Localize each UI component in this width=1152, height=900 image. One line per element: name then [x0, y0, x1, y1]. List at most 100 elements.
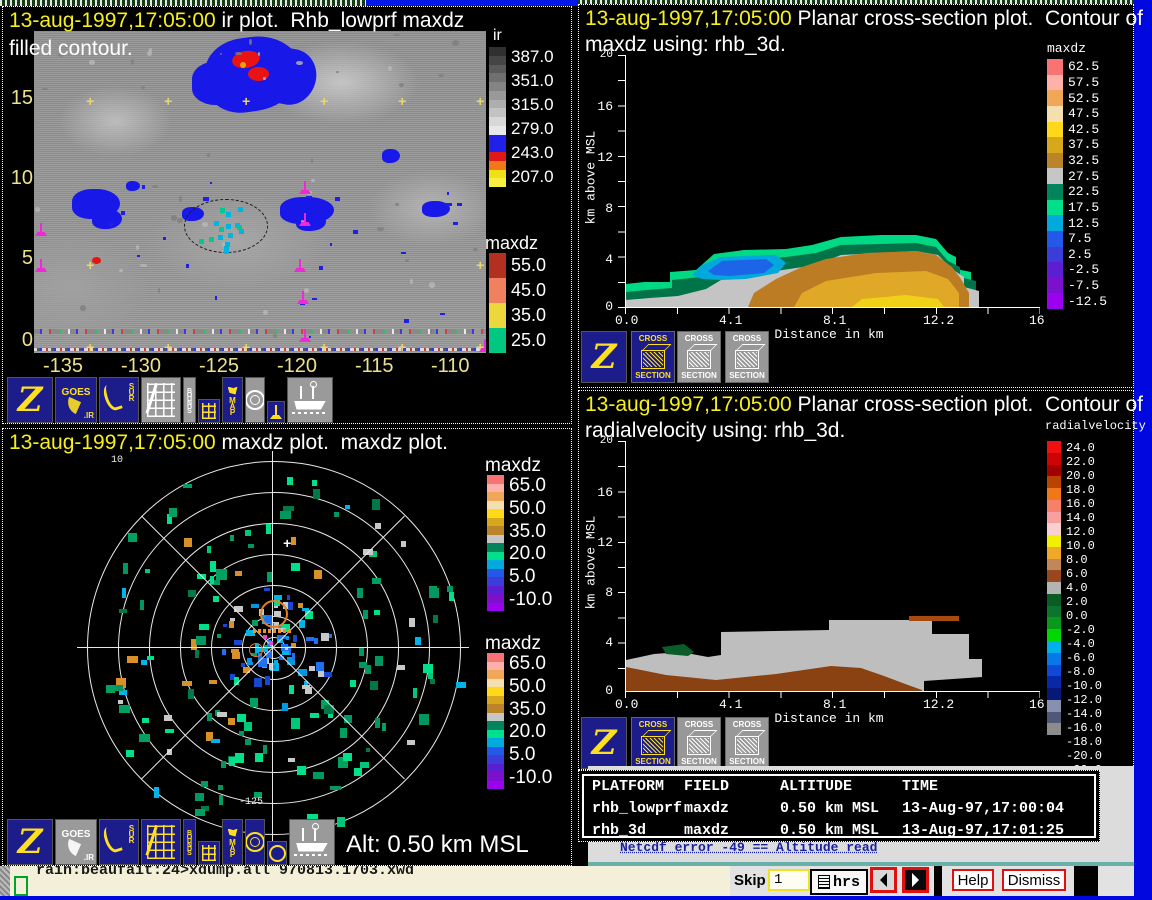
dismiss-button[interactable]: Dismiss — [1002, 869, 1066, 891]
help-button[interactable]: Help — [952, 869, 994, 891]
cross-section-button-3[interactable]: CROSSSECTION — [725, 331, 769, 383]
bounds-button[interactable]: BOUNDS — [183, 819, 196, 865]
maxdz-cross-section-plot[interactable] — [626, 55, 1040, 308]
goes-ir-button[interactable]: GOES .IR — [55, 819, 97, 865]
tr-xtick: 0.0 — [615, 313, 638, 328]
texture-pixel — [184, 538, 193, 547]
goes-ir-button[interactable]: GOES .IR — [55, 377, 97, 423]
hours-unit-button[interactable]: hrs — [810, 869, 868, 895]
map-button[interactable]: MAP — [222, 377, 243, 423]
zebra-logo-button[interactable]: Z — [581, 331, 627, 383]
texture-pixel — [314, 638, 318, 644]
texture-pixel — [119, 705, 130, 713]
texture-pixel — [215, 296, 218, 300]
step-back-button[interactable] — [870, 867, 897, 893]
texture-pixel — [140, 600, 144, 610]
radialvelocity-cross-section-plot[interactable] — [626, 441, 1040, 692]
radialvelocity-cross-section-panel: 13-aug-1997,17:05:00 Planar cross-sectio… — [578, 390, 1134, 770]
texture-pixel — [357, 588, 363, 598]
texture-pixel — [457, 203, 462, 206]
cross-section-button-3[interactable]: CROSSSECTION — [725, 717, 769, 769]
texture-pixel — [224, 249, 229, 254]
texture-pixel — [164, 341, 172, 353]
ship-button[interactable] — [289, 819, 335, 865]
texture-pixel — [311, 158, 313, 163]
cross-section-button-2[interactable]: CROSSSECTION — [677, 717, 721, 769]
texture-pixel — [263, 310, 268, 315]
texture-pixel — [242, 95, 250, 111]
texture-pixel — [203, 197, 209, 201]
bl-colorbar-2: 65.050.035.020.05.0-10.0 — [487, 653, 552, 789]
texture-pixel — [207, 153, 209, 157]
zebra-logo-button[interactable]: Z — [7, 377, 53, 423]
zebra-logo-button[interactable]: Z — [7, 819, 53, 865]
texture-pixel — [258, 52, 260, 56]
cross-section-button-1[interactable]: CROSSSECTION — [631, 717, 675, 769]
small-grid-button[interactable] — [198, 399, 220, 423]
radar-grid-button[interactable] — [141, 377, 181, 423]
cell-field: maxdz — [684, 800, 729, 817]
polar-grid-button[interactable] — [245, 377, 265, 423]
br-xtick: 0.0 — [615, 697, 638, 712]
tl-title-line2: filled contour. — [9, 37, 133, 61]
polar-grid-button[interactable] — [245, 819, 265, 865]
br-ytick-0: 0 — [591, 683, 613, 698]
texture-pixel — [226, 224, 231, 229]
col-platform: PLATFORM — [592, 778, 664, 795]
goes-label: GOES — [62, 830, 91, 840]
texture-pixel — [209, 237, 214, 242]
tl-ytick-5: 5 — [7, 247, 33, 270]
texture-pixel — [363, 610, 368, 619]
section-label: SECTION — [729, 371, 765, 380]
tl-ytick-0: 0 — [7, 329, 33, 352]
zebra-logo-button[interactable]: Z — [581, 717, 627, 769]
ship-button[interactable] — [287, 377, 333, 423]
buoy-marker — [297, 291, 309, 304]
cell-time: 13-Aug-97,17:01:25 — [902, 822, 1064, 839]
storm-speck — [240, 62, 246, 68]
texture-pixel — [289, 685, 294, 694]
texture-pixel — [321, 633, 329, 641]
texture-pixel — [335, 197, 341, 201]
br-colorbar-title: radialvelocity — [1045, 419, 1146, 433]
cube-icon — [687, 736, 711, 755]
bl-colorbar2-title: maxdz — [485, 633, 541, 655]
tr-xtick: 4.1 — [719, 313, 742, 328]
texture-pixel — [210, 182, 212, 184]
radar-grid-button[interactable] — [141, 819, 181, 865]
step-forward-button[interactable] — [902, 867, 929, 893]
map-button[interactable]: MAP — [222, 819, 243, 865]
br-xtick: 16 — [1029, 697, 1045, 712]
texture-pixel — [375, 523, 381, 530]
texture-pixel — [447, 192, 449, 196]
cross-section-button-2[interactable]: CROSSSECTION — [677, 331, 721, 383]
texture-pixel — [199, 624, 210, 630]
texture-pixel — [423, 664, 433, 673]
small-grid-button[interactable] — [198, 841, 220, 865]
texture-pixel — [407, 740, 414, 745]
texture-pixel — [398, 341, 406, 353]
ir-satellite-image[interactable] — [34, 31, 486, 353]
terminal-window[interactable]: rain:beaufait:24>xdump.all 970813.1703.x… — [0, 866, 730, 896]
terminal-scrollbar[interactable] — [0, 866, 10, 896]
skip-interval-input[interactable] — [768, 869, 810, 891]
texture-pixel — [336, 71, 339, 73]
bounds-button[interactable]: BOUNDS — [183, 377, 196, 423]
surveillance-radar-button[interactable]: SUR — [99, 377, 139, 423]
sur-label: SUR — [127, 824, 136, 842]
circle-button[interactable] — [267, 841, 287, 865]
radar-ppi-panel: 13-aug-1997,17:05:00 maxdz plot. maxdz p… — [2, 428, 572, 866]
texture-pixel — [354, 768, 362, 776]
cross-label: CROSS — [639, 720, 667, 729]
polar-grid-icon — [245, 390, 265, 410]
texture-pixel — [238, 207, 243, 212]
cross-section-button-1[interactable]: CROSSSECTION — [631, 331, 675, 383]
buoy-button[interactable] — [267, 401, 285, 423]
cloud-blob — [126, 181, 140, 191]
wave-icon — [292, 412, 328, 414]
surveillance-radar-button[interactable]: SUR — [99, 819, 139, 865]
altitude-readout: Alt: 0.50 km MSL — [346, 831, 529, 859]
taskbar-black-block — [1074, 866, 1098, 896]
tl-xtick: -120 — [277, 355, 317, 378]
ir-sublabel: .IR — [84, 853, 94, 862]
